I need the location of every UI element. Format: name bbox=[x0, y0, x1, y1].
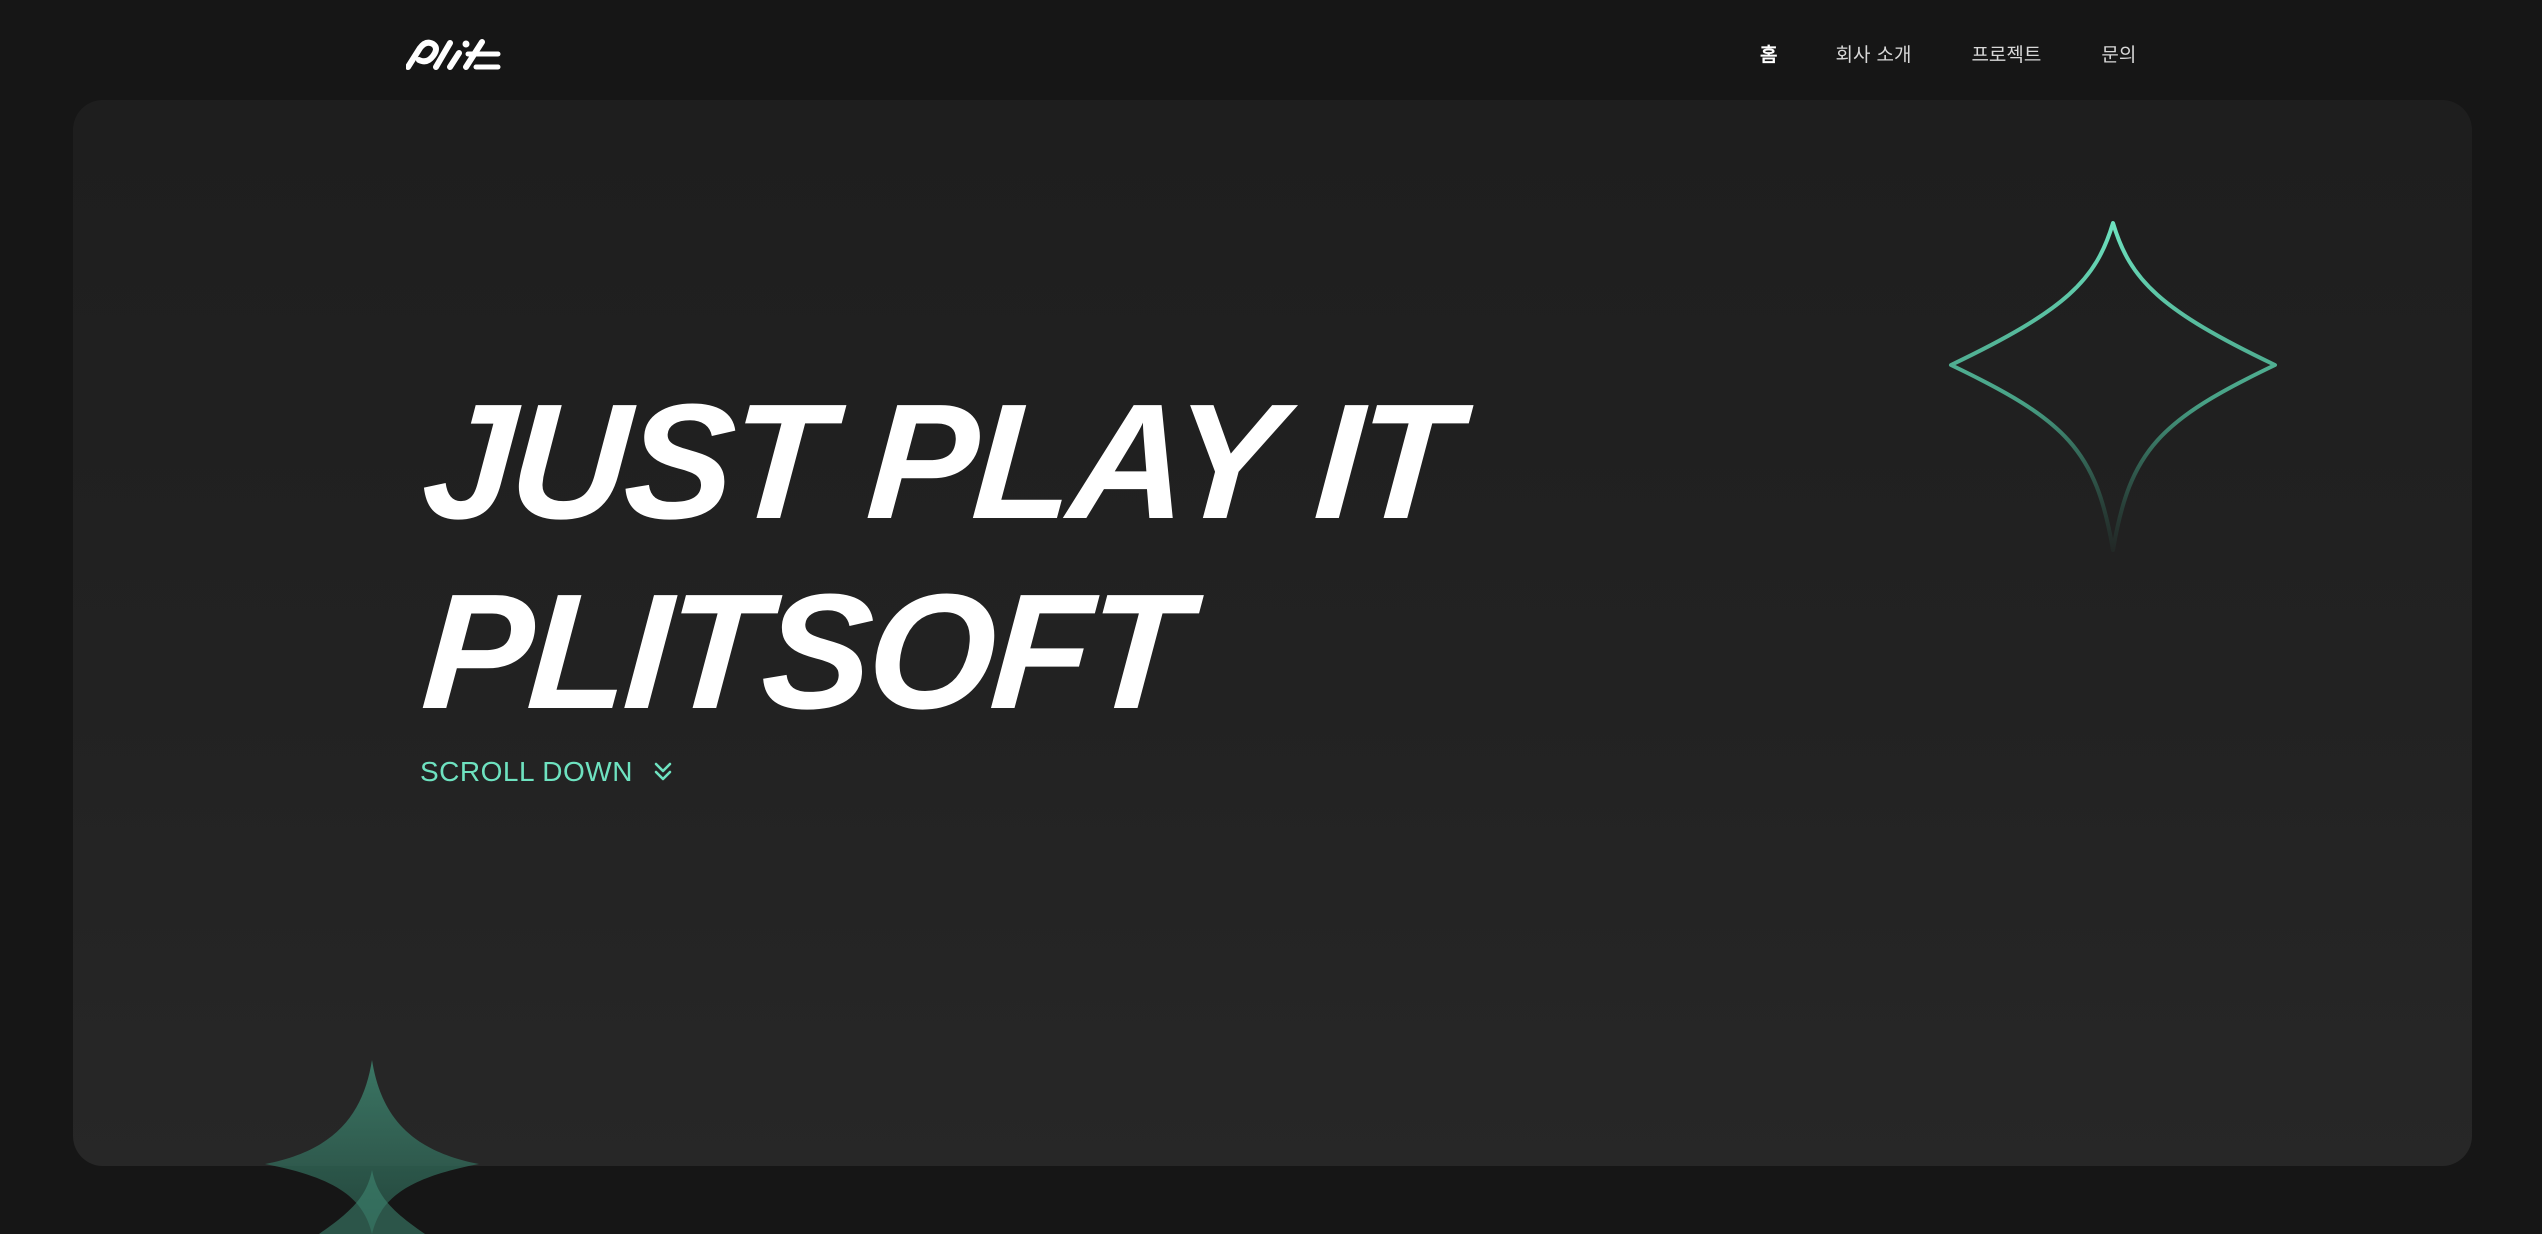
logo[interactable] bbox=[405, 34, 502, 70]
nav-item-contact[interactable]: 문의 bbox=[2101, 40, 2136, 67]
hero-headline-line2: PLITSOFT bbox=[417, 560, 1191, 743]
scroll-down-label: SCROLL DOWN bbox=[420, 756, 633, 787]
main-nav: 홈 회사 소개 프로젝트 문의 bbox=[1740, 38, 2136, 68]
sparkle-star-filled-icon bbox=[265, 1060, 479, 1234]
nav-item-home[interactable]: 홈 bbox=[1760, 40, 1777, 67]
double-chevron-down-icon bbox=[654, 762, 672, 781]
sparkle-star-outline-icon bbox=[1949, 221, 2277, 552]
plit-logo-icon bbox=[405, 39, 501, 70]
page: 홈 회사 소개 프로젝트 문의 JUST PLAY IT PLITSOFT SC… bbox=[0, 0, 2542, 1234]
hero-section: JUST PLAY IT PLITSOFT SCROLL DOWN bbox=[73, 100, 2472, 1166]
nav-item-projects[interactable]: 프로젝트 bbox=[1971, 40, 2041, 67]
hero-headline-line1: JUST PLAY IT bbox=[417, 370, 1461, 553]
nav-item-about[interactable]: 회사 소개 bbox=[1835, 40, 1911, 67]
site-header: 홈 회사 소개 프로젝트 문의 bbox=[0, 0, 2542, 100]
scroll-down-button[interactable]: SCROLL DOWN bbox=[420, 756, 673, 788]
